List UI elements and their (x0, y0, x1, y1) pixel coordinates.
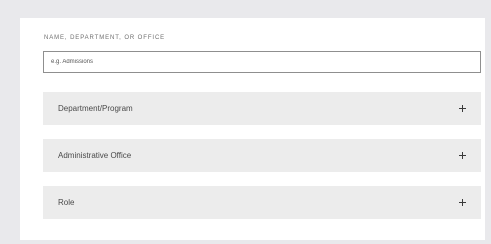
filter-panel: NAME, DEPARTMENT, OR OFFICE Department/P… (20, 18, 485, 240)
accordion-role[interactable]: Role (43, 186, 481, 219)
plus-icon (459, 104, 467, 113)
accordion-label: Role (58, 198, 75, 207)
accordion-administrative-office[interactable]: Administrative Office (43, 139, 481, 172)
accordion-label: Administrative Office (58, 151, 132, 160)
search-field-label: NAME, DEPARTMENT, OR OFFICE (44, 35, 166, 41)
plus-icon (459, 198, 467, 207)
plus-icon (459, 151, 467, 160)
accordion-department-program[interactable]: Department/Program (43, 92, 481, 125)
search-input[interactable] (43, 51, 481, 73)
accordion-label: Department/Program (58, 104, 133, 113)
